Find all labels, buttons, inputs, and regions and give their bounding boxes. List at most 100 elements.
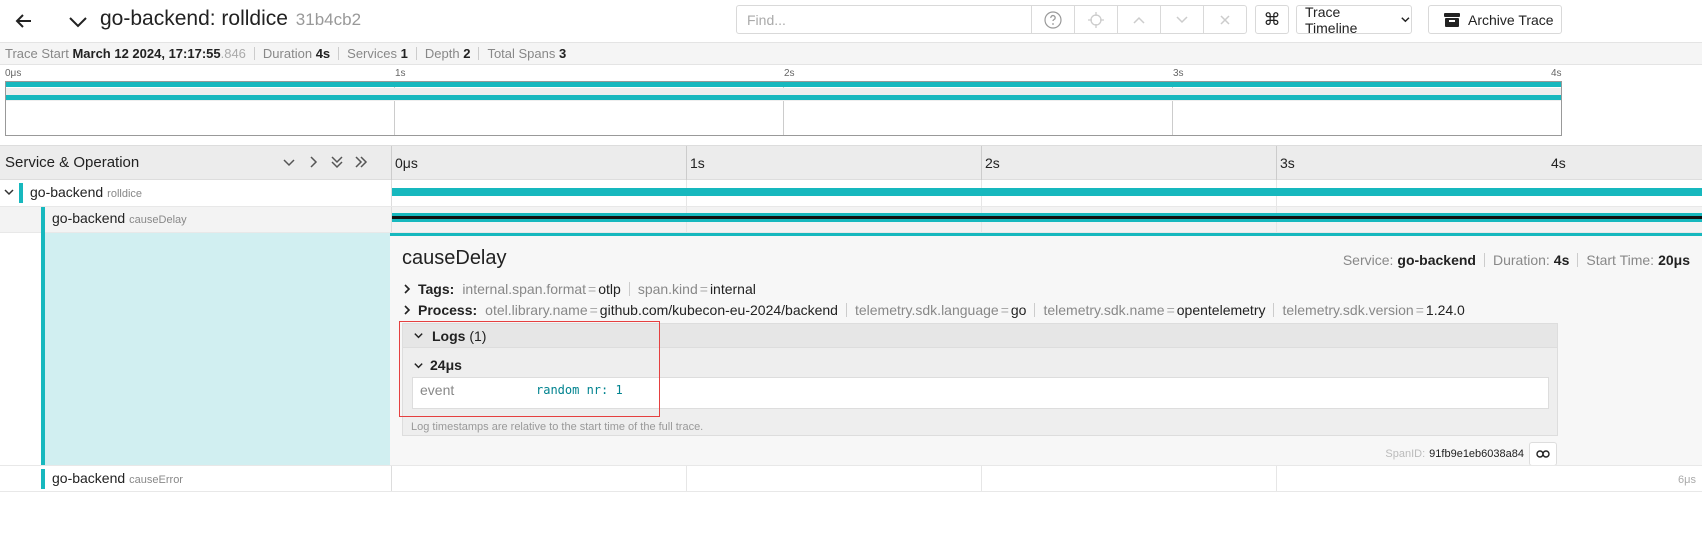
- gridline: [686, 466, 687, 491]
- span-detail-title: causeDelay: [402, 247, 507, 269]
- expand-all-icon[interactable]: [354, 155, 368, 169]
- archive-trace-button[interactable]: Archive Trace: [1428, 5, 1562, 34]
- span-timeline-cell[interactable]: 6μs: [391, 466, 1702, 491]
- span-service: go-backend: [52, 470, 126, 486]
- selected-span-highlight: [45, 233, 390, 465]
- divider: [845, 303, 847, 317]
- search-help-button[interactable]: [1031, 6, 1074, 33]
- highlight-box: [399, 321, 660, 417]
- chevron-right-icon[interactable]: [402, 305, 412, 315]
- timeline-tick: 0μs: [395, 155, 418, 171]
- service-label: Service:: [1342, 252, 1394, 268]
- focus-result-button[interactable]: [1074, 6, 1117, 33]
- depth-value: 2: [463, 46, 471, 61]
- search-input[interactable]: [737, 6, 1031, 33]
- span-timeline-cell[interactable]: [391, 207, 1702, 232]
- chevron-down-icon: [69, 17, 87, 28]
- gridline: [1276, 466, 1277, 491]
- span-operation: rolldice: [107, 188, 143, 200]
- arrow-left-icon: [15, 14, 31, 28]
- chevron-down-icon[interactable]: [3, 186, 15, 198]
- minimap-tick: 0μs: [5, 68, 22, 79]
- process-value: 1.24.0: [1425, 302, 1465, 318]
- service-value: go-backend: [1397, 252, 1476, 268]
- depth-label: Depth: [424, 46, 460, 61]
- span-bar[interactable]: [392, 188, 1702, 196]
- minimap-viewport[interactable]: [5, 81, 1562, 136]
- minimap-tick: 2s: [784, 68, 795, 79]
- process-value: go: [1010, 302, 1027, 318]
- divider: [478, 47, 480, 60]
- divider: [1483, 253, 1485, 267]
- service-operation-title: Service & Operation: [5, 154, 140, 171]
- start-time-label: Start Time:: [1586, 252, 1655, 268]
- process-label[interactable]: Process:: [418, 302, 477, 318]
- tags-section[interactable]: Tags: internal.span.format = otlp span.kin…: [402, 281, 756, 297]
- duration-label: Duration: [262, 46, 313, 61]
- span-name[interactable]: go-backend causeError: [52, 470, 183, 486]
- tag-value: internal: [709, 281, 756, 297]
- top-navigation-bar: go-backend: rolldice 31b4cb2 ⌘ Trace Tim…: [0, 0, 1702, 43]
- span-bar-selected-outline: [392, 216, 1702, 219]
- process-key: telemetry.sdk.version: [1282, 302, 1414, 318]
- expand-one-icon[interactable]: [306, 155, 320, 169]
- chevron-down-icon: [1401, 17, 1410, 23]
- tags-label[interactable]: Tags:: [418, 281, 454, 297]
- next-result-button[interactable]: [1160, 6, 1203, 33]
- span-name[interactable]: go-backend rolldice: [30, 184, 142, 200]
- minimap-tick: 4s: [1551, 68, 1562, 79]
- divider: [1034, 303, 1036, 317]
- divider: [253, 47, 255, 60]
- span-service: go-backend: [52, 210, 126, 226]
- keyboard-shortcuts-button[interactable]: ⌘: [1255, 5, 1289, 34]
- trace-summary-bar: Trace Start March 12 2024, 17:17:55.846 …: [0, 43, 1702, 65]
- process-value: opentelemetry: [1176, 302, 1266, 318]
- service-color-marker: [41, 469, 45, 489]
- timeline-gridline: [686, 146, 687, 181]
- column-resizer[interactable]: [391, 146, 392, 181]
- trace-start-value: March 12 2024, 17:17:55: [72, 46, 221, 61]
- span-row-causedelay[interactable]: go-backend causeDelay: [0, 207, 1702, 233]
- service-color-marker: [19, 183, 23, 203]
- total-spans-label: Total Spans: [487, 46, 556, 61]
- trace-start-label: Trace Start: [5, 46, 69, 61]
- prev-result-button[interactable]: [1117, 6, 1160, 33]
- collapse-one-icon[interactable]: [282, 155, 296, 169]
- duration-value: 4s: [315, 46, 331, 61]
- minimap-tick: 1s: [395, 68, 406, 79]
- timeline-tick: 2s: [985, 155, 1000, 171]
- span-timeline-cell[interactable]: [391, 180, 1702, 206]
- timeline-header: Service & Operation 0μs 1s 2s 3s 4s: [0, 145, 1702, 181]
- span-detail-panel: causeDelay Service: go-backend Duration: 4…: [390, 233, 1702, 466]
- trace-search-bar: [736, 5, 1247, 34]
- question-icon: [1044, 10, 1062, 29]
- trace-minimap[interactable]: 0μs 1s 2s 3s 4s: [0, 65, 1702, 145]
- clear-search-button[interactable]: [1203, 6, 1246, 33]
- trace-start-ms: .846: [220, 46, 246, 61]
- span-row-causeerror[interactable]: go-backend causeError 6μs: [0, 465, 1702, 492]
- span-name[interactable]: go-backend causeDelay: [52, 210, 187, 226]
- back-button[interactable]: [8, 7, 40, 35]
- trace-id: 31b4cb2: [295, 10, 362, 29]
- duration-value: 4s: [1553, 252, 1570, 268]
- minimap-tick: 3s: [1173, 68, 1184, 79]
- collapse-all-icon[interactable]: [330, 155, 344, 169]
- divider: [628, 282, 630, 296]
- trace-name: go-backend: rolldice: [100, 7, 288, 30]
- collapse-header-button[interactable]: [64, 8, 92, 36]
- span-id-label: SpanID:: [1385, 448, 1426, 460]
- copy-deep-link-button[interactable]: [1529, 442, 1557, 466]
- process-section[interactable]: Process: otel.library.name = github.com/ku…: [402, 302, 1465, 318]
- total-spans-value: 3: [559, 46, 567, 61]
- tag-key: span.kind: [637, 281, 698, 297]
- timeline-tick: 4s: [1551, 155, 1566, 171]
- link-icon: [1536, 450, 1550, 458]
- chevron-right-icon[interactable]: [402, 284, 412, 294]
- log-timestamp-note: Log timestamps are relative to the start…: [411, 421, 704, 433]
- span-row-rolldice[interactable]: go-backend rolldice: [0, 180, 1702, 207]
- span-id: SpanID: 91fb9e1eb6038a84: [1385, 448, 1524, 460]
- collapse-controls: [282, 155, 368, 169]
- trace-title: go-backend: rolldice 31b4cb2: [100, 7, 361, 31]
- tag-key: internal.span.format: [462, 281, 587, 297]
- view-type-dropdown[interactable]: Trace Timeline: [1296, 4, 1412, 36]
